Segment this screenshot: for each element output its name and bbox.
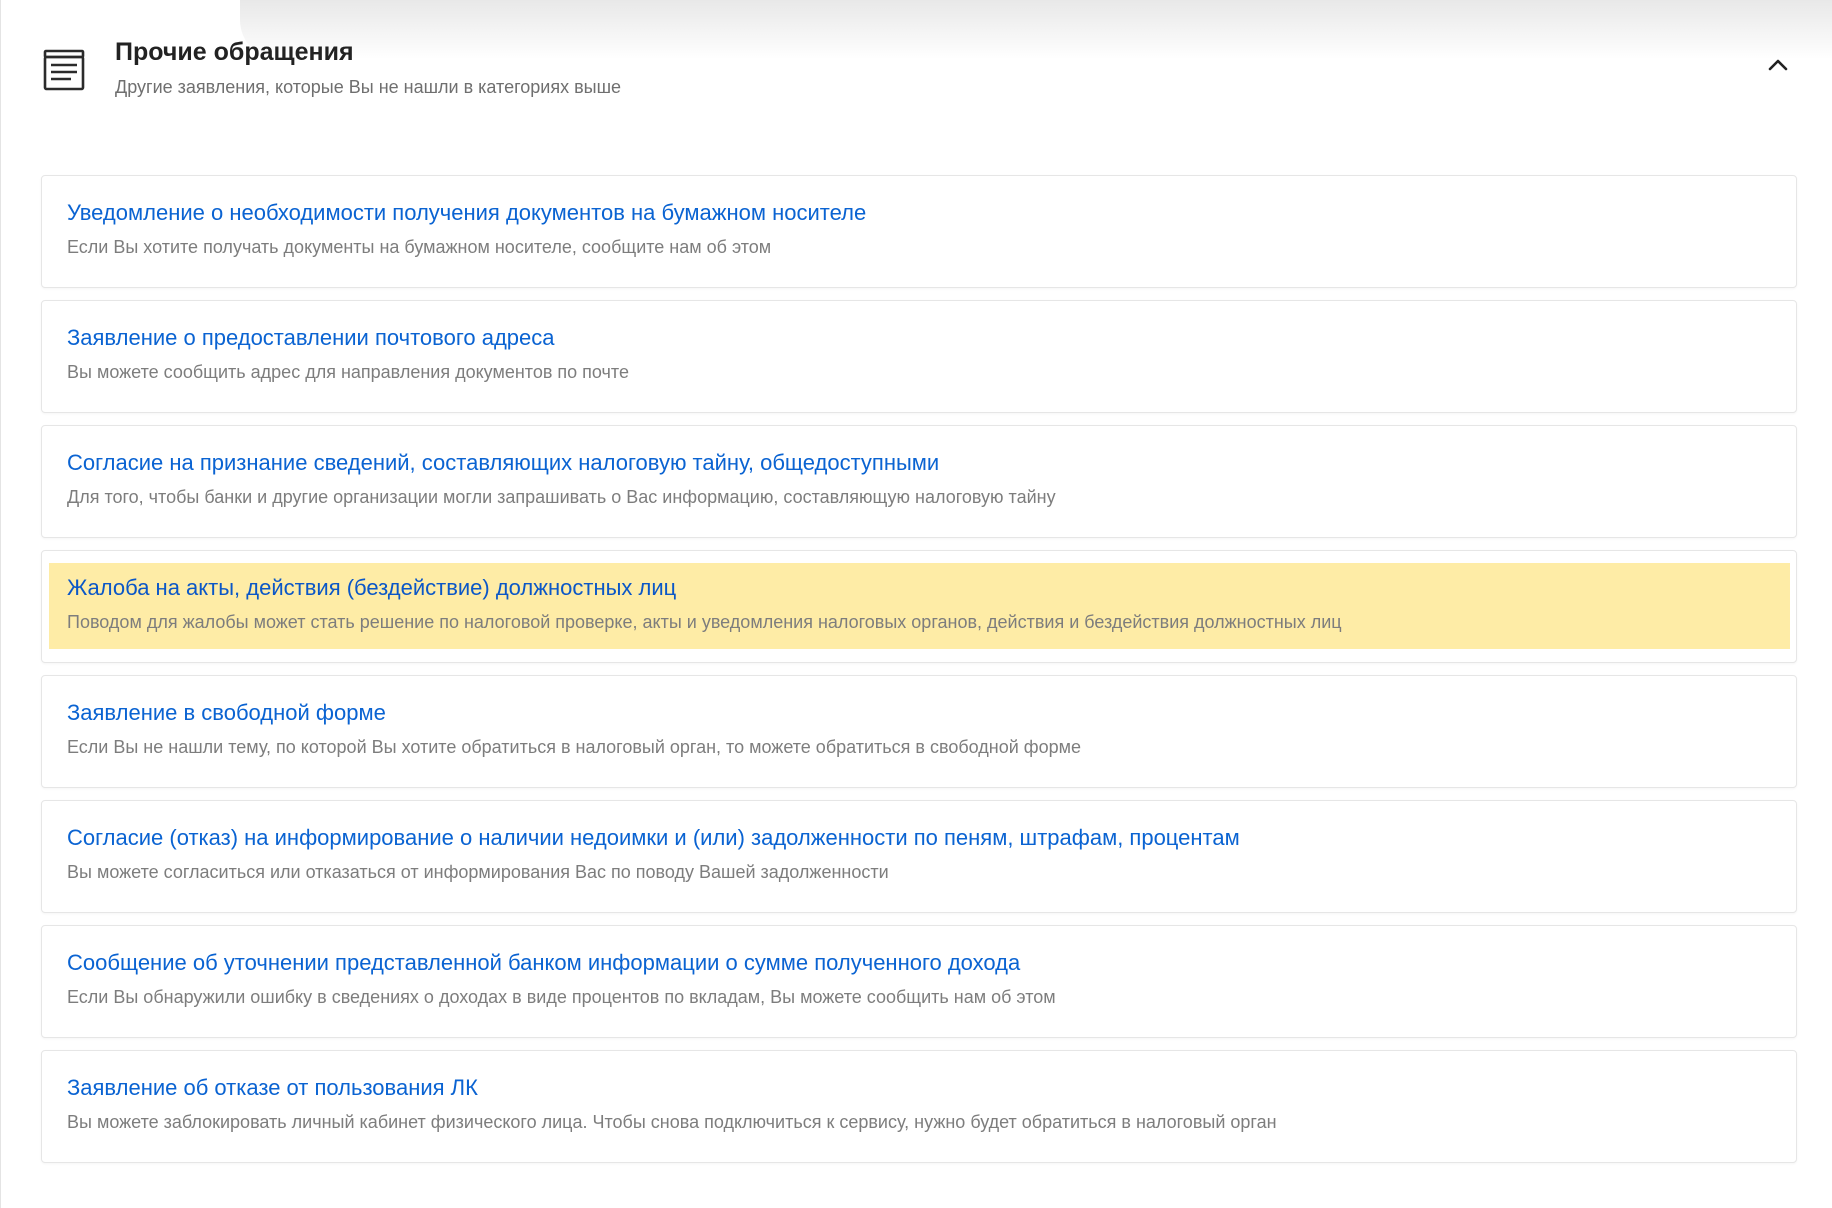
request-item-description: Вы можете заблокировать личный кабинет ф… [67, 1112, 1277, 1132]
request-item-description: Для того, чтобы банки и другие организац… [67, 487, 1056, 507]
request-item-link[interactable]: Согласие (отказ) на информирование о нал… [67, 825, 1240, 851]
request-item-content: Жалоба на акты, действия (бездействие) д… [49, 563, 1790, 649]
request-item-link[interactable]: Согласие на признание сведений, составля… [67, 450, 939, 476]
section-header: Прочие обращения Другие заявления, котор… [1, 0, 1832, 150]
request-item-link[interactable]: Уведомление о необходимости получения до… [67, 200, 866, 226]
request-item-description: Поводом для жалобы может стать решение п… [67, 612, 1342, 632]
request-item[interactable]: Заявление о предоставлении почтового адр… [41, 300, 1797, 413]
request-item[interactable]: Уведомление о необходимости получения до… [41, 175, 1797, 288]
request-item-description: Если Вы не нашли тему, по которой Вы хот… [67, 737, 1082, 757]
request-item[interactable]: Сообщение об уточнении представленной ба… [41, 925, 1797, 1038]
document-stack-icon [41, 48, 87, 92]
request-item-content: Заявление в свободной форме Если Вы не н… [49, 688, 1790, 774]
request-item-link[interactable]: Заявление о предоставлении почтового адр… [67, 325, 555, 351]
request-item-description: Вы можете сообщить адрес для направления… [67, 362, 629, 382]
request-item-description: Если Вы хотите получать документы на бум… [67, 237, 772, 257]
request-item[interactable]: Заявление об отказе от пользования ЛК Вы… [41, 1050, 1797, 1163]
request-item-content: Согласие (отказ) на информирование о нал… [49, 813, 1790, 899]
request-item-content: Согласие на признание сведений, составля… [49, 438, 1790, 524]
request-item-content: Сообщение об уточнении представленной ба… [49, 938, 1790, 1024]
request-item[interactable]: Согласие (отказ) на информирование о нал… [41, 800, 1797, 913]
request-item-link[interactable]: Заявление в свободной форме [67, 700, 386, 726]
request-item-link[interactable]: Заявление об отказе от пользования ЛК [67, 1075, 478, 1101]
request-item-content: Уведомление о необходимости получения до… [49, 188, 1790, 274]
section-subtitle: Другие заявления, которые Вы не нашли в … [115, 77, 622, 97]
request-item-content: Заявление о предоставлении почтового адр… [49, 313, 1790, 399]
request-item-description: Если Вы обнаружили ошибку в сведениях о … [67, 987, 1056, 1007]
request-item[interactable]: Заявление в свободной форме Если Вы не н… [41, 675, 1797, 788]
request-item-link[interactable]: Сообщение об уточнении представленной ба… [67, 950, 1020, 976]
request-item-description: Вы можете согласиться или отказаться от … [67, 862, 889, 882]
request-item-highlighted[interactable]: Жалоба на акты, действия (бездействие) д… [41, 550, 1797, 663]
request-item[interactable]: Согласие на признание сведений, составля… [41, 425, 1797, 538]
chevron-up-icon [1768, 58, 1788, 77]
collapse-button[interactable] [1763, 52, 1793, 82]
section-title: Прочие обращения [115, 38, 354, 66]
requests-list: Уведомление о необходимости получения до… [41, 175, 1797, 1175]
request-item-link[interactable]: Жалоба на акты, действия (бездействие) д… [67, 575, 676, 601]
other-requests-panel: Прочие обращения Другие заявления, котор… [0, 0, 1832, 1208]
request-item-content: Заявление об отказе от пользования ЛК Вы… [49, 1063, 1790, 1149]
